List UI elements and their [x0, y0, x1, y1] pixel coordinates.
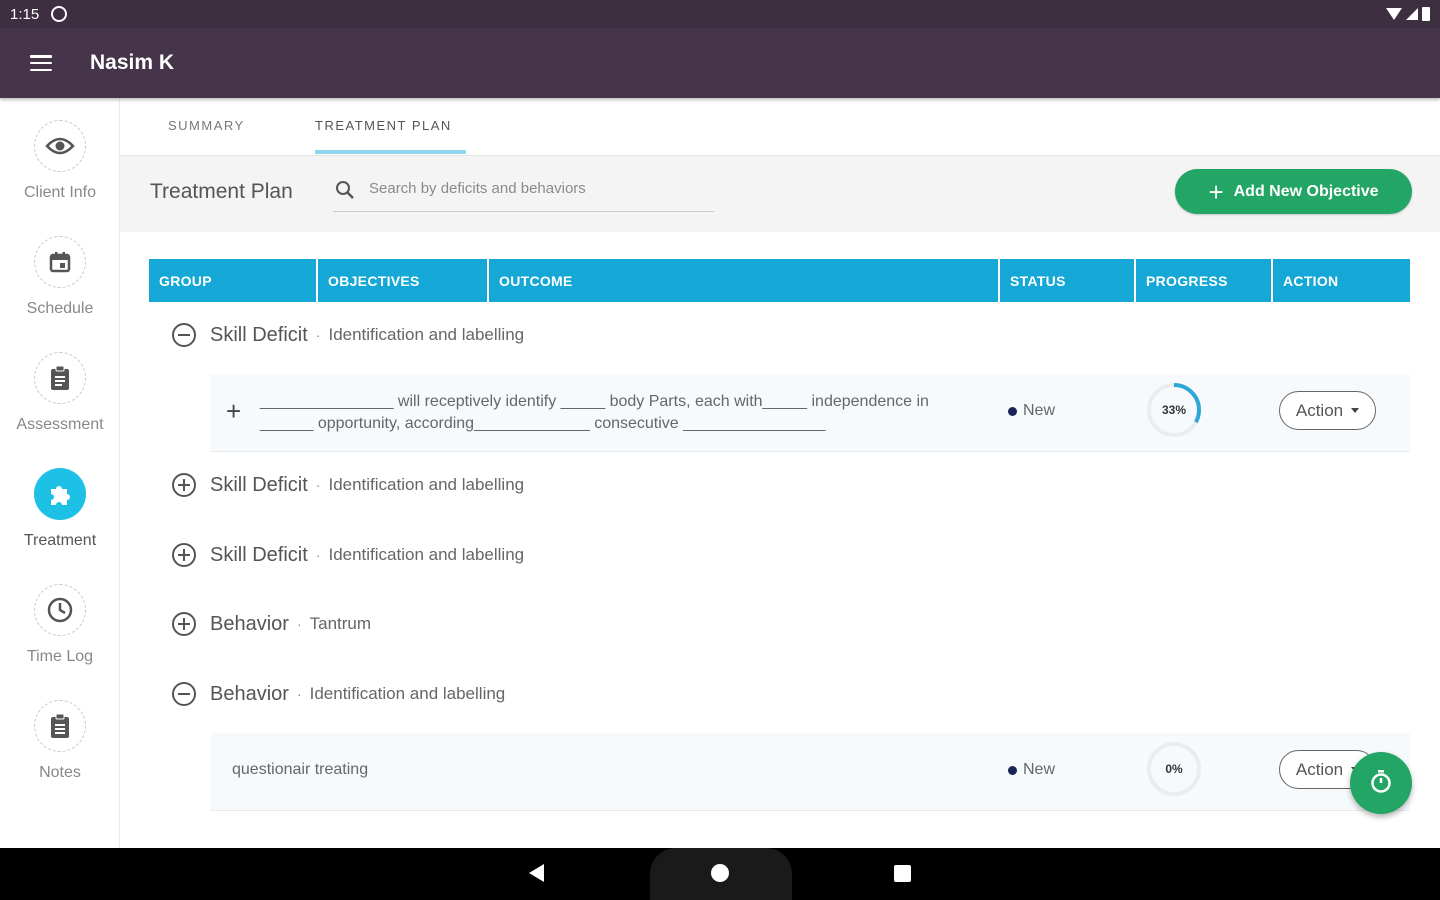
expand-icon[interactable]: [172, 473, 196, 497]
main-content: Treatment Plan + Add New Objective GROUP…: [120, 156, 1440, 848]
table-header: GROUP OBJECTIVES OUTCOME STATUS PROGRESS…: [149, 259, 1410, 302]
status-icons: [1386, 7, 1430, 21]
add-new-objective-button[interactable]: + Add New Objective: [1175, 169, 1412, 214]
progress-ring: 0%: [1146, 741, 1202, 797]
stopwatch-icon: [1368, 768, 1394, 799]
group-name: Behavior: [210, 682, 289, 705]
column-header-group: GROUP: [149, 259, 318, 302]
collapse-icon[interactable]: [172, 323, 196, 347]
calendar-icon: [34, 236, 86, 288]
caret-down-icon: [1351, 408, 1360, 413]
back-icon[interactable]: [529, 864, 544, 882]
app-title: Nasim K: [90, 51, 175, 74]
signal-icon: [1406, 8, 1418, 20]
sidebar-item-label: Assessment: [16, 416, 104, 433]
status-dot-icon: [1008, 406, 1017, 416]
group-name: Skill Deficit: [210, 473, 308, 496]
system-nav-bar: [0, 848, 1440, 900]
notes-icon: [34, 700, 86, 752]
tab-summary[interactable]: SUMMARY: [168, 118, 245, 133]
sidebar-item-notes[interactable]: Notes: [0, 700, 120, 782]
add-new-objective-label: Add New Objective: [1233, 182, 1379, 200]
group-subtitle: Tantrum: [309, 614, 372, 633]
sidebar-item-treatment[interactable]: Treatment: [0, 468, 120, 550]
objective-row: + _______________ will receptively ident…: [210, 374, 1410, 452]
battery-icon: [1422, 7, 1430, 21]
tab-bar: SUMMARY TREATMENT PLAN: [120, 98, 1440, 156]
group-separator: ·: [315, 477, 321, 493]
sidebar-item-label: Treatment: [23, 532, 97, 549]
sidebar-item-label: Client Info: [23, 184, 97, 201]
action-label: Action: [1295, 759, 1344, 779]
clipboard-icon: [34, 352, 86, 404]
progress-ring: 33%: [1146, 382, 1202, 438]
action-label: Action: [1295, 400, 1344, 420]
wifi-icon: [1386, 8, 1402, 20]
sidebar-item-label: Time Log: [26, 648, 94, 665]
search-box: [333, 174, 714, 212]
group-row[interactable]: Skill Deficit · Identification and label…: [172, 470, 524, 500]
status-dot-icon: [1008, 765, 1017, 775]
column-header-action: ACTION: [1283, 272, 1339, 289]
sidebar-item-label: Notes: [39, 764, 81, 781]
objective-row: questionair treating New 0% Action: [210, 733, 1410, 811]
group-separator: ·: [315, 547, 321, 563]
recent-apps-icon[interactable]: [894, 865, 911, 882]
column-header-progress: PROGRESS: [1136, 259, 1273, 302]
sidebar-item-time-log[interactable]: Time Log: [0, 584, 120, 666]
notification-icon: [51, 6, 68, 22]
collapse-icon[interactable]: [172, 682, 196, 706]
expand-objective-icon[interactable]: +: [226, 396, 241, 427]
progress-label: 33%: [1161, 403, 1187, 417]
group-name: Skill Deficit: [210, 543, 308, 566]
status-badge: New: [1008, 402, 1055, 420]
sidebar-item-assessment[interactable]: Assessment: [0, 352, 120, 434]
column-header-objectives: OBJECTIVES: [318, 259, 489, 302]
group-subtitle: Identification and labelling: [328, 325, 525, 344]
status-label: New: [1023, 761, 1056, 778]
active-tab-indicator: [315, 150, 466, 154]
sidebar-item-label: Schedule: [26, 300, 94, 317]
search-input[interactable]: [369, 180, 709, 197]
eye-icon: [34, 120, 86, 172]
sidebar: Client Info Schedule Assessment Treatmen…: [0, 98, 120, 848]
expand-icon[interactable]: [172, 543, 196, 567]
group-row[interactable]: Skill Deficit · Identification and label…: [172, 540, 524, 570]
group-subtitle: Identification and labelling: [328, 475, 525, 494]
app-bar: Nasim K: [0, 28, 1440, 98]
progress-label: 0%: [1165, 762, 1183, 776]
group-row[interactable]: Behavior · Identification and labelling: [172, 679, 505, 709]
column-header-status: STATUS: [1000, 259, 1136, 302]
objective-text: _______________ will receptively identif…: [260, 393, 929, 432]
clock-icon: [34, 584, 86, 636]
sidebar-item-schedule[interactable]: Schedule: [0, 236, 120, 318]
group-subtitle: Identification and labelling: [309, 684, 506, 703]
group-separator: ·: [315, 327, 321, 343]
search-icon: [335, 180, 355, 205]
action-dropdown-button[interactable]: Action: [1279, 391, 1376, 430]
group-name: Skill Deficit: [210, 323, 308, 346]
status-label: New: [1023, 402, 1056, 419]
tab-treatment-plan[interactable]: TREATMENT PLAN: [315, 118, 452, 133]
status-badge: New: [1008, 761, 1055, 779]
group-subtitle: Identification and labelling: [328, 545, 525, 564]
group-row[interactable]: Skill Deficit · Identification and label…: [172, 320, 524, 350]
timer-fab-button[interactable]: [1350, 752, 1412, 814]
plus-icon: +: [1208, 176, 1224, 207]
puzzle-icon: [34, 468, 86, 520]
treatment-plan-header: Treatment Plan + Add New Objective: [120, 156, 1440, 232]
column-header-outcome: OUTCOME: [489, 259, 1000, 302]
menu-icon[interactable]: [30, 55, 52, 71]
group-name: Behavior: [210, 612, 289, 635]
objective-text: questionair treating: [232, 761, 369, 778]
expand-icon[interactable]: [172, 612, 196, 636]
status-bar: 1:15: [0, 0, 1440, 28]
home-icon[interactable]: [711, 864, 729, 882]
page-title: Treatment Plan: [150, 180, 293, 203]
sidebar-item-client-info[interactable]: Client Info: [0, 120, 120, 202]
group-separator: ·: [296, 686, 302, 702]
group-separator: ·: [296, 616, 302, 632]
status-time: 1:15: [10, 5, 40, 23]
group-row[interactable]: Behavior · Tantrum: [172, 609, 371, 639]
